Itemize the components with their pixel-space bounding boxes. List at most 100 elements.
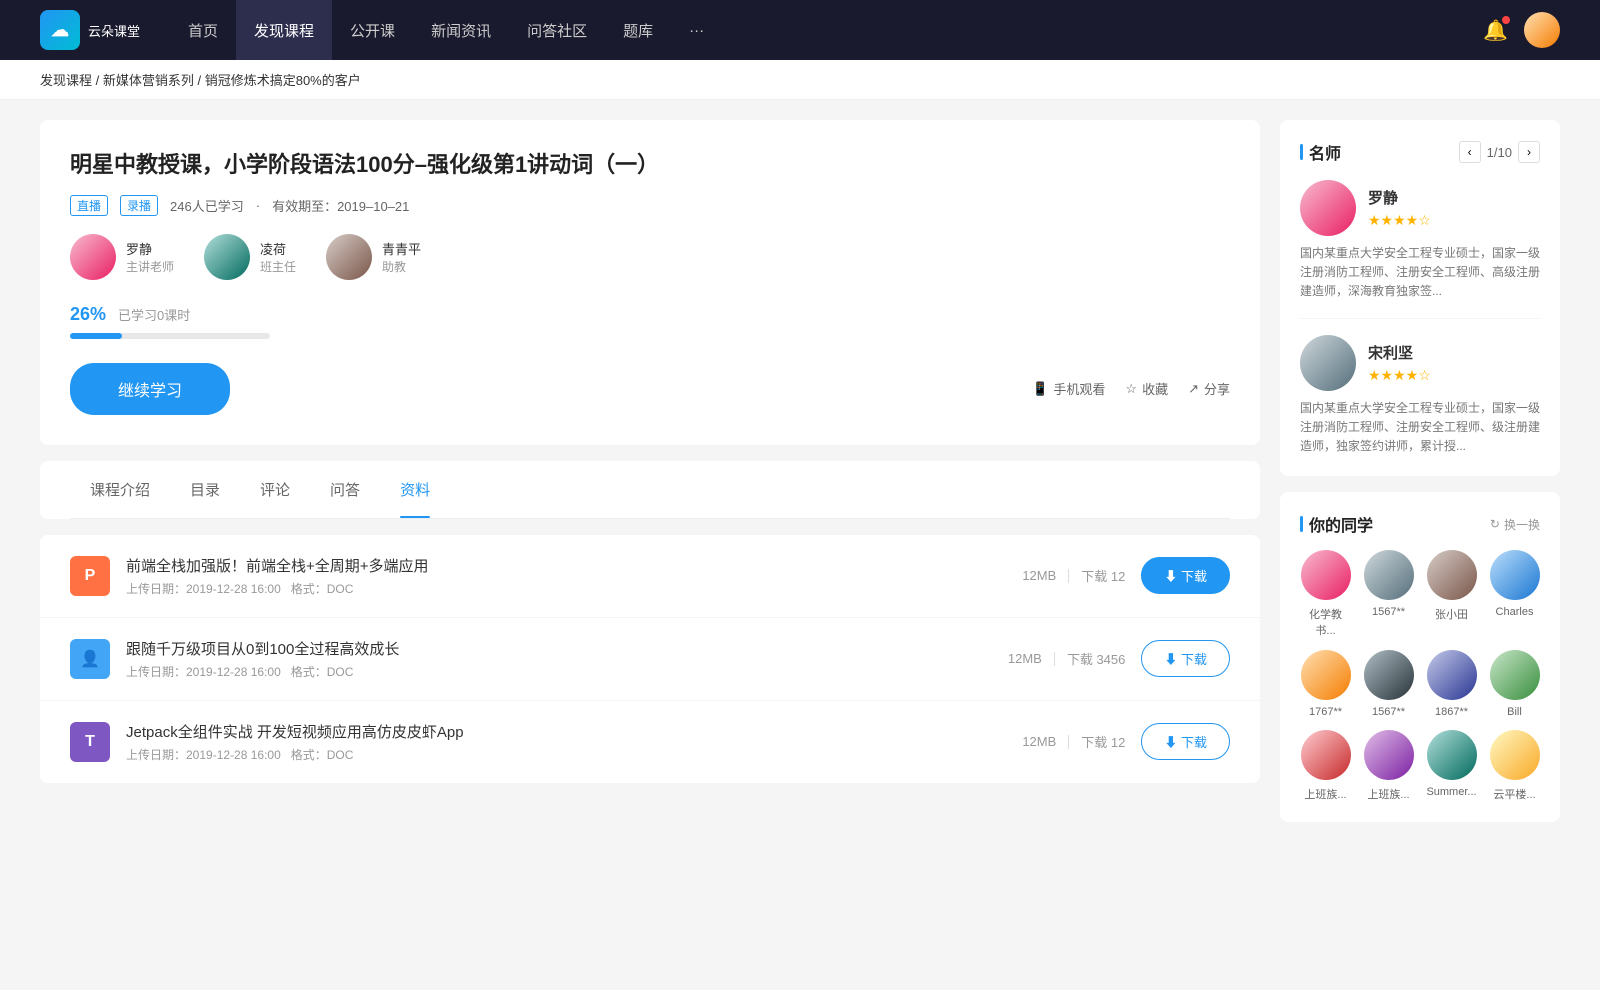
- classmate-item[interactable]: 张小田: [1426, 550, 1477, 638]
- classmates-grid: 化学教书... 1567** 张小田 Charles 1767** 1567**…: [1300, 550, 1540, 802]
- continue-learning-button[interactable]: 继续学习: [70, 363, 230, 415]
- resource-info: 跟随千万级项目从0到100全过程高效成长 上传日期：2019-12-28 16:…: [126, 638, 992, 680]
- classmate-name: 云平楼...: [1493, 786, 1535, 802]
- classmate-name: 化学教书...: [1300, 606, 1351, 638]
- classmate-item[interactable]: 上班族...: [1300, 730, 1351, 802]
- teacher-stars: ★★★★☆: [1368, 367, 1431, 384]
- classmate-avatar: [1490, 730, 1540, 780]
- resource-meta: 上传日期：2019-12-28 16:00 格式：DOC: [126, 746, 1006, 763]
- classmate-item[interactable]: Charles: [1489, 550, 1540, 638]
- valid-until: 有效期至：2019–10–21: [272, 196, 409, 215]
- action-link-手机观看[interactable]: 📱手机观看: [1032, 379, 1105, 398]
- panel-teacher-name: 宋利坚: [1368, 342, 1431, 363]
- nav-item-新闻资讯[interactable]: 新闻资讯: [413, 0, 509, 60]
- user-avatar[interactable]: [1524, 12, 1560, 48]
- breadcrumb-item: 销冠修炼术搞定80%的客户: [205, 73, 361, 88]
- nav-item-题库[interactable]: 题库: [605, 0, 671, 60]
- progress-bar-fill: [70, 333, 122, 339]
- teacher-avatar: [326, 234, 372, 280]
- teacher-info: 罗静 主讲老师: [126, 239, 174, 275]
- tab-目录[interactable]: 目录: [170, 461, 240, 518]
- nav-item-首页[interactable]: 首页: [170, 0, 236, 60]
- page-info: 1/10: [1487, 145, 1512, 160]
- resource-item: 👤 跟随千万级项目从0到100全过程高效成长 上传日期：2019-12-28 1…: [40, 618, 1260, 701]
- resource-item: P 前端全栈加强版！前端全栈+全周期+多端应用 上传日期：2019-12-28 …: [40, 535, 1260, 618]
- classmate-avatar: [1301, 730, 1351, 780]
- tabs: 课程介绍目录评论问答资料: [70, 461, 1230, 519]
- resource-name: 跟随千万级项目从0到100全过程高效成长: [126, 638, 992, 659]
- avatar-image: [1524, 12, 1560, 48]
- download-button[interactable]: ⬇ 下载: [1141, 557, 1230, 594]
- action-icon: ↗: [1188, 381, 1199, 397]
- resource-info: 前端全栈加强版！前端全栈+全周期+多端应用 上传日期：2019-12-28 16…: [126, 555, 1006, 597]
- classmate-item[interactable]: Summer...: [1426, 730, 1477, 802]
- classmate-avatar: [1301, 550, 1351, 600]
- teacher-role: 助教: [382, 258, 421, 275]
- resource-downloads: 下载 3456: [1067, 649, 1126, 668]
- panel-teacher-card: 罗静 ★★★★☆ 国内某重点大学安全工程专业硕士，国家一级注册消防工程师、注册安…: [1300, 180, 1540, 319]
- classmate-item[interactable]: 化学教书...: [1300, 550, 1351, 638]
- classmate-name: 1767**: [1309, 706, 1342, 718]
- classmate-item[interactable]: 1767**: [1300, 650, 1351, 718]
- action-link-收藏[interactable]: ☆收藏: [1125, 379, 1168, 398]
- teacher-avatar: [70, 234, 116, 280]
- refresh-classmates-button[interactable]: ↻ 换一换: [1490, 516, 1540, 533]
- panel-teacher-avatar: [1300, 335, 1356, 391]
- tab-课程介绍[interactable]: 课程介绍: [70, 461, 170, 518]
- left-panel: 明星中教授课，小学阶段语法100分–强化级第1讲动词（一） 直播 录播 246人…: [40, 120, 1260, 838]
- classmate-avatar: [1364, 650, 1414, 700]
- resource-size: 12MB: [1008, 651, 1042, 666]
- progress-bar-track: [70, 333, 270, 339]
- resources-list: P 前端全栈加强版！前端全栈+全周期+多端应用 上传日期：2019-12-28 …: [40, 535, 1260, 783]
- panel-teacher-desc: 国内某重点大学安全工程专业硕士，国家一级注册消防工程师、注册安全工程师、级注册建…: [1300, 399, 1540, 457]
- classmate-item[interactable]: 1567**: [1363, 650, 1414, 718]
- breadcrumb-item[interactable]: 新媒体营销系列: [103, 73, 194, 88]
- classmate-item[interactable]: 1867**: [1426, 650, 1477, 718]
- classmates-panel-title: 你的同学: [1300, 512, 1373, 536]
- classmate-avatar: [1490, 550, 1540, 600]
- nav-item-公开课[interactable]: 公开课: [332, 0, 413, 60]
- teachers-panel-list: 罗静 ★★★★☆ 国内某重点大学安全工程专业硕士，国家一级注册消防工程师、注册安…: [1300, 180, 1540, 456]
- download-button[interactable]: ⬇ 下载: [1141, 723, 1230, 760]
- logo-text: 云朵课堂: [88, 21, 140, 40]
- action-label: 分享: [1204, 379, 1230, 398]
- tab-评论[interactable]: 评论: [240, 461, 310, 518]
- action-icon: ☆: [1125, 381, 1137, 397]
- teacher-role: 班主任: [260, 258, 296, 275]
- classmate-item[interactable]: 1567**: [1363, 550, 1414, 638]
- logo[interactable]: ☁ 云朵课堂: [40, 10, 140, 50]
- right-panel: 名师 ‹ 1/10 › 罗静 ★★★★☆ 国内某重点大学安全工程专业硕士，国家一…: [1280, 120, 1560, 838]
- resource-meta: 上传日期：2019-12-28 16:00 格式：DOC: [126, 580, 1006, 597]
- teachers-list: 罗静 主讲老师 凌荷 班主任 青青平 助教: [70, 234, 1230, 280]
- classmate-name: 1567**: [1372, 706, 1405, 718]
- classmates-panel: 你的同学 ↻ 换一换 化学教书... 1567** 张小田 Charles 17…: [1280, 492, 1560, 822]
- nav-item-···[interactable]: ···: [671, 0, 722, 60]
- tab-资料[interactable]: 资料: [380, 461, 450, 518]
- teachers-pagination: ‹ 1/10 ›: [1459, 141, 1540, 163]
- resource-icon: P: [70, 556, 110, 596]
- classmate-item[interactable]: 云平楼...: [1489, 730, 1540, 802]
- tab-问答[interactable]: 问答: [310, 461, 380, 518]
- live-badge: 直播: [70, 195, 108, 216]
- prev-page-button[interactable]: ‹: [1459, 141, 1481, 163]
- classmate-item[interactable]: Bill: [1489, 650, 1540, 718]
- action-link-分享[interactable]: ↗ 分享: [1188, 379, 1230, 398]
- teacher-card-header: 宋利坚 ★★★★☆: [1300, 335, 1540, 391]
- panel-teacher-name: 罗静: [1368, 187, 1431, 208]
- teacher-role: 主讲老师: [126, 258, 174, 275]
- nav-right: 🔔: [1483, 12, 1560, 48]
- classmate-item[interactable]: 上班族...: [1363, 730, 1414, 802]
- notification-bell[interactable]: 🔔: [1483, 18, 1508, 43]
- breadcrumb-item[interactable]: 发现课程: [40, 73, 92, 88]
- next-page-button[interactable]: ›: [1518, 141, 1540, 163]
- divider: [1068, 569, 1069, 583]
- classmate-name: 1567**: [1372, 606, 1405, 618]
- panel-teacher-card: 宋利坚 ★★★★☆ 国内某重点大学安全工程专业硕士，国家一级注册消防工程师、注册…: [1300, 335, 1540, 457]
- nav-items: 首页发现课程公开课新闻资讯问答社区题库···: [170, 0, 1483, 60]
- nav-item-问答社区[interactable]: 问答社区: [509, 0, 605, 60]
- teacher-info: 青青平 助教: [382, 239, 421, 275]
- nav-item-发现课程[interactable]: 发现课程: [236, 0, 332, 60]
- teacher-card-header: 罗静 ★★★★☆: [1300, 180, 1540, 236]
- download-button[interactable]: ⬇ 下载: [1141, 640, 1230, 677]
- progress-section: 26% 已学习0课时: [70, 304, 1230, 339]
